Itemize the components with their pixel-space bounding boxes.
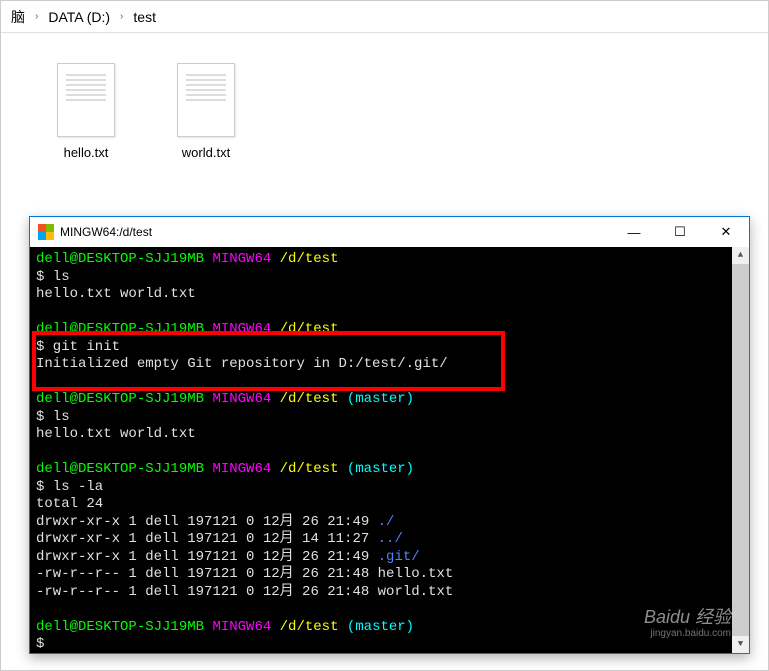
- file-item[interactable]: hello.txt: [41, 63, 131, 160]
- prompt-branch: (master): [347, 461, 414, 477]
- maximize-button[interactable]: ☐: [657, 217, 703, 247]
- terminal-line: -rw-r--r-- 1 dell 197121 0 12月 26 21:48 …: [36, 566, 743, 584]
- terminal-line: drwxr-xr-x 1 dell 197121 0 12月 26 21:49 …: [36, 514, 743, 532]
- file-name: world.txt: [182, 145, 230, 160]
- git-bash-icon: [38, 224, 54, 240]
- watermark: Baidu 经验 jingyan.baidu.com: [644, 608, 731, 639]
- terminal-line: $ ls: [36, 409, 743, 427]
- prompt-host: MINGW64: [212, 391, 271, 407]
- terminal-line: -rw-r--r-- 1 dell 197121 0 12月 26 21:48 …: [36, 584, 743, 602]
- chevron-right-icon: ›: [120, 11, 123, 22]
- minimize-button[interactable]: —: [611, 217, 657, 247]
- prompt-host: MINGW64: [212, 251, 271, 267]
- prompt-path: /d/test: [280, 461, 339, 477]
- prompt-path: /d/test: [280, 391, 339, 407]
- breadcrumb-seg[interactable]: test: [133, 9, 156, 25]
- terminal-window: MINGW64:/d/test — ☐ ✕ dell@DESKTOP-SJJ19…: [29, 216, 750, 654]
- scroll-down-icon[interactable]: ▼: [732, 636, 749, 653]
- prompt-path: /d/test: [280, 251, 339, 267]
- prompt-path: /d/test: [280, 321, 339, 337]
- file-name: hello.txt: [64, 145, 109, 160]
- terminal-line: hello.txt world.txt: [36, 426, 743, 444]
- terminal-line: $ ls: [36, 269, 743, 287]
- breadcrumb-seg[interactable]: 脑: [11, 7, 25, 27]
- terminal-line: $ ls -la: [36, 479, 743, 497]
- prompt-host: MINGW64: [212, 619, 271, 635]
- file-list: hello.txt world.txt: [1, 33, 768, 190]
- prompt-branch: (master): [347, 619, 414, 635]
- text-file-icon: [177, 63, 235, 137]
- terminal-line: $ git init: [36, 339, 743, 357]
- prompt-branch: (master): [347, 391, 414, 407]
- prompt-user: dell@DESKTOP-SJJ19MB: [36, 321, 204, 337]
- breadcrumb-seg[interactable]: DATA (D:): [48, 9, 110, 25]
- titlebar[interactable]: MINGW64:/d/test — ☐ ✕: [30, 217, 749, 247]
- terminal-line: drwxr-xr-x 1 dell 197121 0 12月 26 21:49 …: [36, 549, 743, 567]
- scrollbar-thumb[interactable]: [732, 264, 749, 636]
- terminal-line: hello.txt world.txt: [36, 286, 743, 304]
- prompt-user: dell@DESKTOP-SJJ19MB: [36, 461, 204, 477]
- text-file-icon: [57, 63, 115, 137]
- window-title: MINGW64:/d/test: [60, 225, 152, 239]
- prompt-user: dell@DESKTOP-SJJ19MB: [36, 391, 204, 407]
- prompt-host: MINGW64: [212, 461, 271, 477]
- scroll-up-icon[interactable]: ▲: [732, 247, 749, 264]
- chevron-right-icon: ›: [35, 11, 38, 22]
- terminal-line: total 24: [36, 496, 743, 514]
- file-item[interactable]: world.txt: [161, 63, 251, 160]
- terminal-body[interactable]: dell@DESKTOP-SJJ19MB MINGW64 /d/test $ l…: [30, 247, 749, 653]
- prompt-user: dell@DESKTOP-SJJ19MB: [36, 251, 204, 267]
- terminal-line: $: [36, 636, 743, 653]
- prompt-user: dell@DESKTOP-SJJ19MB: [36, 619, 204, 635]
- breadcrumb[interactable]: 脑 › DATA (D:) › test: [1, 1, 768, 33]
- prompt-host: MINGW64: [212, 321, 271, 337]
- prompt-path: /d/test: [280, 619, 339, 635]
- terminal-line: Initialized empty Git repository in D:/t…: [36, 356, 743, 374]
- close-button[interactable]: ✕: [703, 217, 749, 247]
- scrollbar[interactable]: ▲ ▼: [732, 247, 749, 653]
- terminal-line: drwxr-xr-x 1 dell 197121 0 12月 14 11:27 …: [36, 531, 743, 549]
